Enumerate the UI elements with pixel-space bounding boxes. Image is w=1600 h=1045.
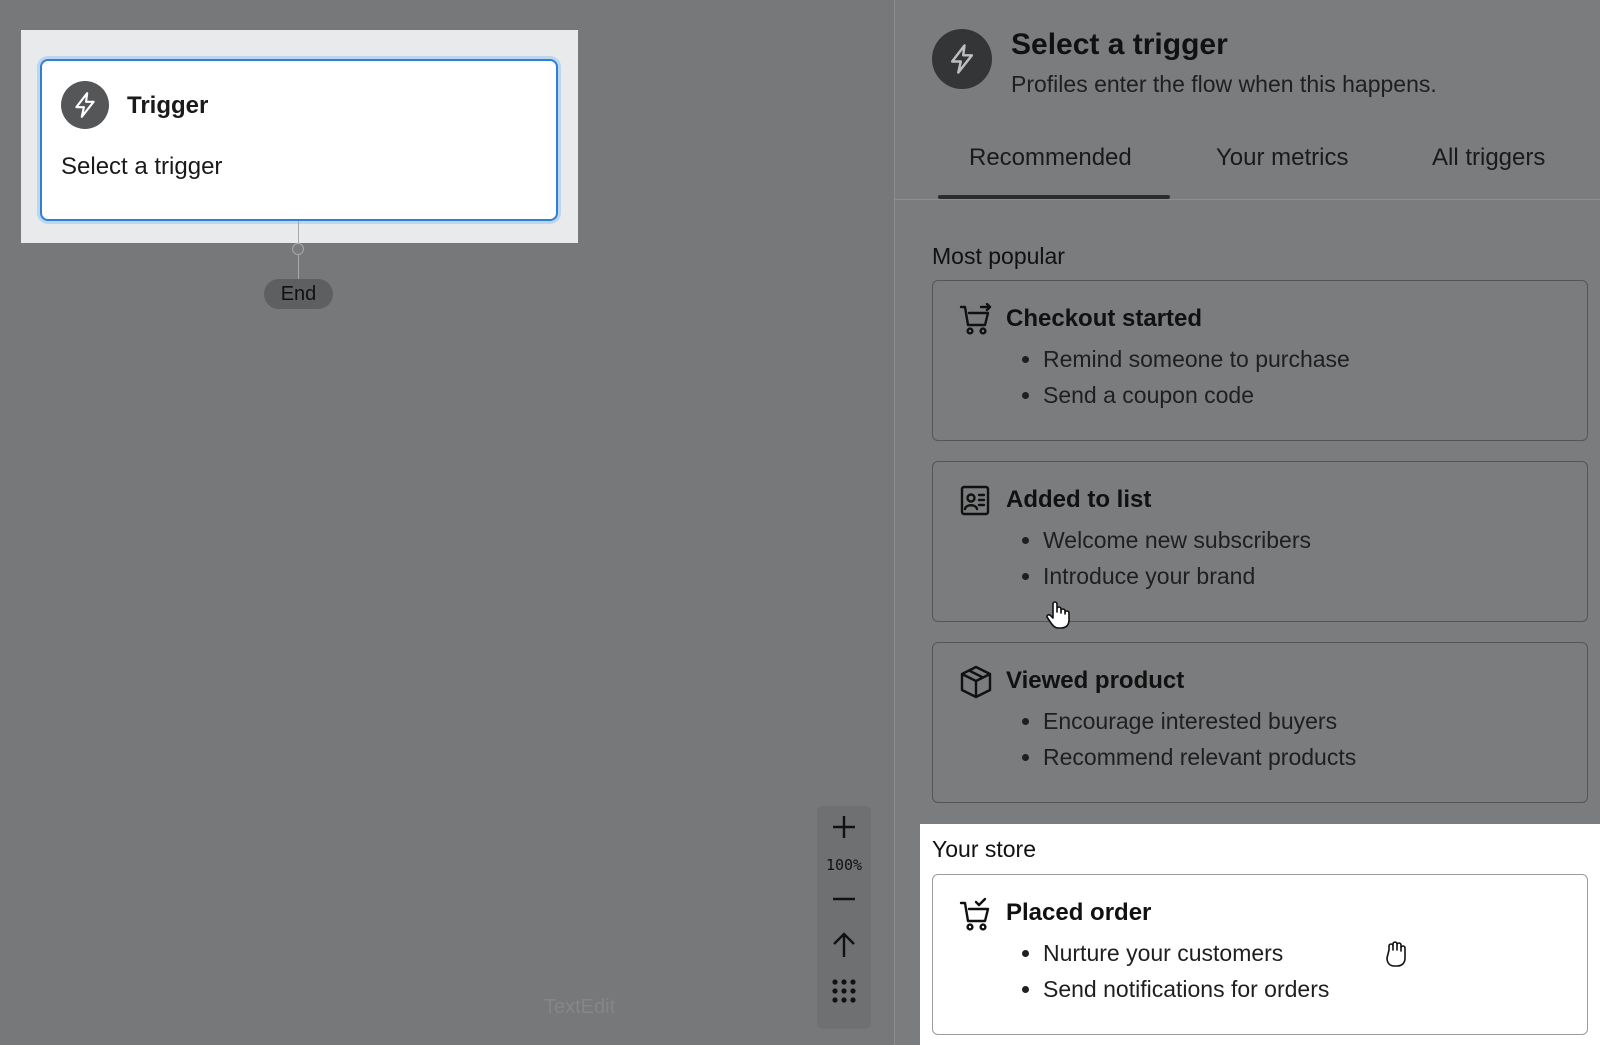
trigger-panel: Select a trigger Profiles enter the flow…	[894, 0, 1600, 1045]
option-bullets: Nurture your customers Send notification…	[1043, 935, 1329, 1007]
lightning-icon	[61, 81, 109, 129]
option-bullets: Welcome new subscribers Introduce your b…	[1043, 522, 1311, 594]
background-app-label: TextEdit	[544, 996, 616, 1018]
list-item: Introduce your brand	[1043, 558, 1311, 594]
option-title: Viewed product	[1006, 667, 1185, 694]
option-title: Placed order	[1006, 899, 1152, 926]
option-title: Added to list	[1006, 486, 1152, 513]
trigger-node-subtitle: Select a trigger	[61, 153, 223, 180]
tab-bar: Recommended Your metrics All triggers	[895, 130, 1600, 200]
tab-your-metrics[interactable]: Your metrics	[1216, 144, 1349, 172]
grab-cursor-icon	[1384, 938, 1410, 968]
list-item: Recommend relevant products	[1043, 739, 1356, 775]
option-placed-order[interactable]: Placed order Nurture your customers Send…	[932, 874, 1588, 1035]
option-viewed-product[interactable]: Viewed product Encourage interested buye…	[932, 642, 1588, 803]
box-icon	[959, 665, 993, 699]
section-most-popular: Most popular	[932, 243, 1065, 269]
list-item: Welcome new subscribers	[1043, 522, 1311, 558]
list-item: Remind someone to purchase	[1043, 341, 1350, 377]
cart-check-icon	[959, 897, 993, 931]
minimap-button[interactable]	[817, 970, 871, 1016]
contact-list-icon	[959, 484, 993, 518]
panel-subtitle: Profiles enter the flow when this happen…	[1011, 71, 1437, 97]
option-bullets: Remind someone to purchase Send a coupon…	[1043, 341, 1350, 413]
option-bullets: Encourage interested buyers Recommend re…	[1043, 703, 1356, 775]
panel-title: Select a trigger	[1011, 28, 1228, 61]
list-item: Nurture your customers	[1043, 935, 1329, 971]
active-tab-indicator	[938, 195, 1170, 199]
end-node: End	[264, 279, 333, 309]
connector-handle[interactable]	[292, 243, 304, 255]
zoom-in-button[interactable]	[817, 806, 871, 852]
list-item: Send a coupon code	[1043, 377, 1350, 413]
tab-recommended[interactable]: Recommended	[969, 144, 1132, 172]
flow-canvas[interactable]: Trigger Select a trigger End TextEdit 10…	[0, 0, 894, 1045]
hand-cursor-icon	[1045, 600, 1071, 630]
section-your-store: Your store	[932, 836, 1036, 862]
cart-arrow-icon	[959, 303, 993, 337]
grid-dots-icon	[831, 978, 857, 1009]
zoom-out-button[interactable]	[817, 878, 871, 924]
option-added-to-list[interactable]: Added to list Welcome new subscribers In…	[932, 461, 1588, 622]
trigger-node-title: Trigger	[127, 92, 209, 119]
tab-all-triggers[interactable]: All triggers	[1432, 144, 1545, 172]
trigger-node-highlight: Trigger Select a trigger	[21, 30, 578, 243]
zoom-level: 100%	[825, 856, 863, 874]
arrow-up-icon	[831, 931, 857, 964]
list-item: Encourage interested buyers	[1043, 703, 1356, 739]
plus-icon	[831, 814, 857, 845]
zoom-controls: 100%	[817, 806, 871, 1029]
option-checkout-started[interactable]: Checkout started Remind someone to purch…	[932, 280, 1588, 441]
trigger-node[interactable]: Trigger Select a trigger	[40, 59, 558, 221]
minus-icon	[831, 886, 857, 917]
lightning-icon	[932, 29, 992, 89]
recenter-button[interactable]	[817, 924, 871, 970]
list-item: Send notifications for orders	[1043, 971, 1329, 1007]
option-title: Checkout started	[1006, 305, 1203, 332]
